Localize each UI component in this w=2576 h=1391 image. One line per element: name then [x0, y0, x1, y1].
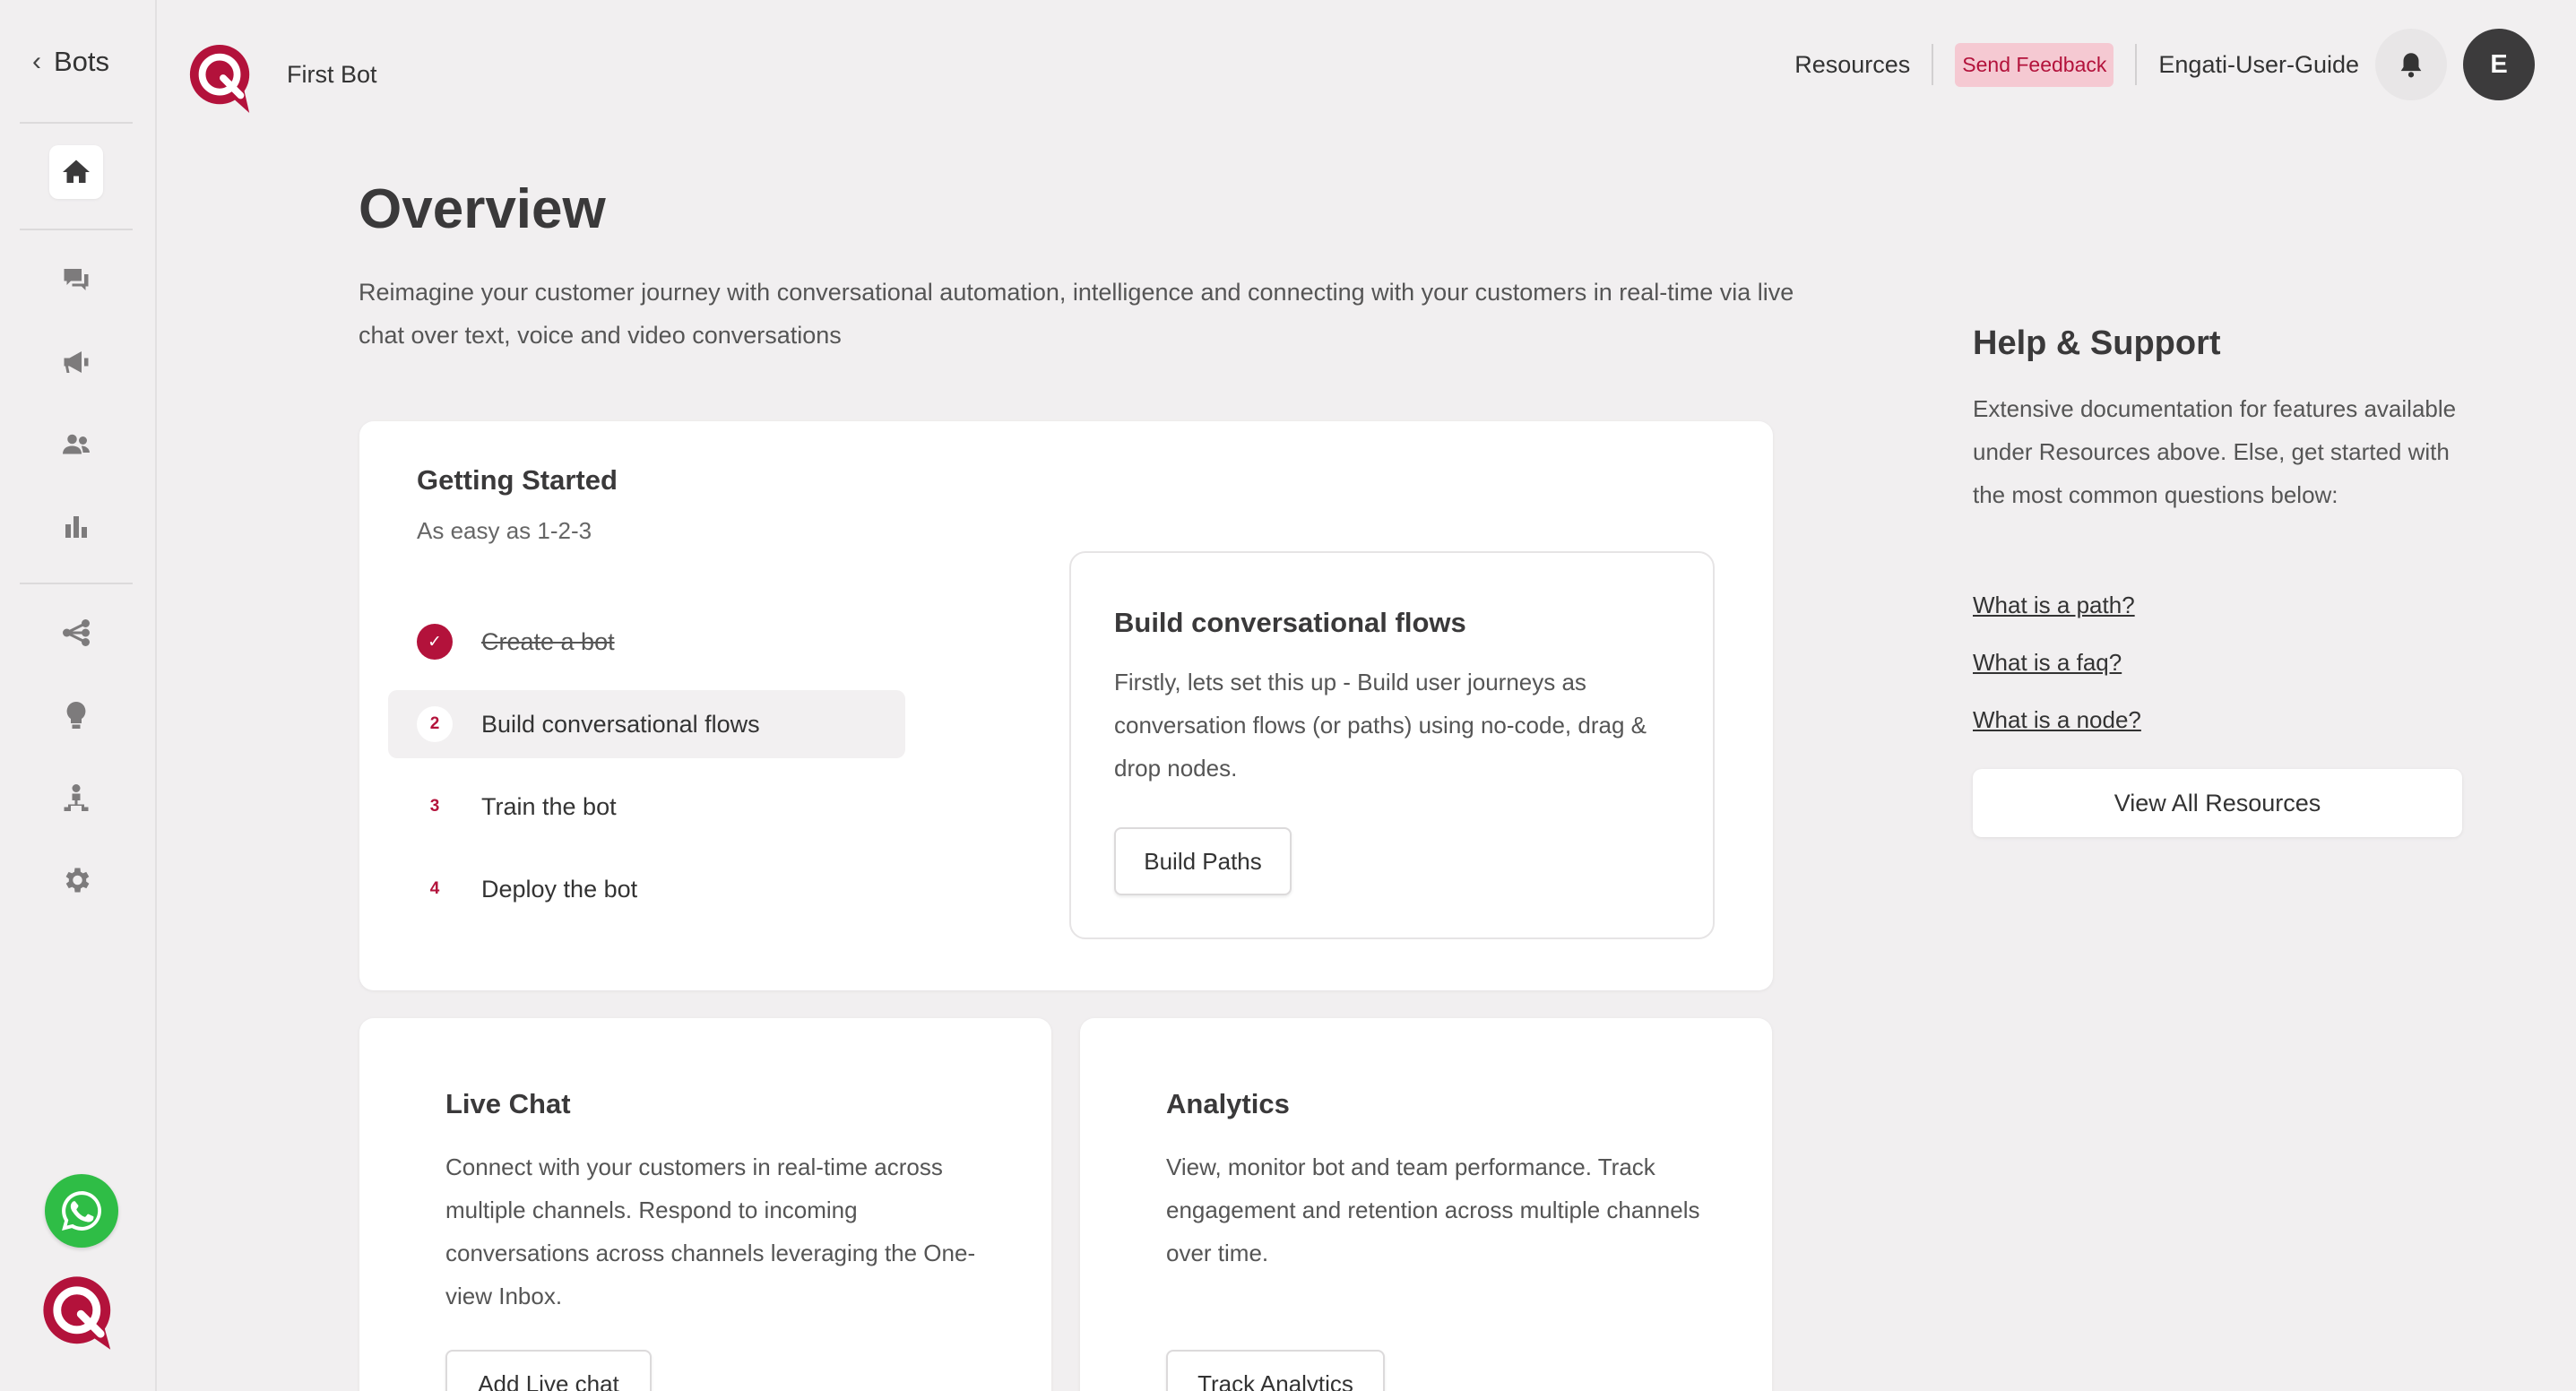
sidebar-item-team[interactable]: [49, 771, 103, 825]
sidebar-item-broadcast[interactable]: [49, 335, 103, 389]
org-chart-icon: [64, 784, 89, 811]
sidebar: ‹ Bots: [0, 0, 157, 1391]
chevron-left-icon: ‹: [32, 47, 41, 76]
chat-icon: [64, 269, 89, 290]
step-label: Train the bot: [481, 792, 617, 820]
step-number: 4: [417, 871, 453, 907]
sidebar-divider: [20, 122, 133, 124]
top-bar-actions: Resources Send Feedback Engati-User-Guid…: [1794, 29, 2535, 100]
engati-logo[interactable]: [39, 1273, 118, 1352]
whatsapp-icon: [62, 1191, 101, 1231]
sidebar-divider: [20, 229, 133, 230]
sidebar-item-users[interactable]: [49, 418, 103, 471]
analytics-title: Analytics: [1166, 1088, 1290, 1119]
user-guide-link[interactable]: Engati-User-Guide: [2158, 51, 2359, 79]
flow-icon: [63, 619, 90, 646]
step-label: Build conversational flows: [481, 710, 760, 738]
send-feedback-button[interactable]: Send Feedback: [1955, 42, 2114, 87]
step-deploy-bot[interactable]: 4 Deploy the bot: [388, 855, 905, 923]
step-train-bot[interactable]: 3 Train the bot: [388, 773, 905, 841]
getting-started-title: Getting Started: [417, 464, 618, 496]
page-description: Reimagine your customer journey with con…: [359, 279, 1794, 349]
sidebar-divider: [20, 583, 133, 584]
build-paths-button[interactable]: Build Paths: [1114, 827, 1292, 895]
analytics-card: Analytics View, monitor bot and team per…: [1080, 1018, 1772, 1391]
sidebar-item-conversations[interactable]: [49, 253, 103, 307]
step-create-bot[interactable]: ✓ Create a bot: [388, 608, 905, 676]
sidebar-item-paths[interactable]: [49, 606, 103, 660]
live-chat-title: Live Chat: [445, 1088, 571, 1119]
divider: [2135, 44, 2138, 85]
bar-chart-icon: [65, 516, 87, 538]
sidebar-item-settings[interactable]: [49, 853, 103, 907]
help-link-path[interactable]: What is a path?: [1973, 592, 2135, 619]
check-icon: ✓: [417, 624, 453, 660]
analytics-description: View, monitor bot and team performance. …: [1166, 1153, 1700, 1266]
notifications-button[interactable]: [2375, 29, 2447, 100]
help-title: Help & Support: [1973, 324, 2221, 362]
help-link-node[interactable]: What is a node?: [1973, 706, 2141, 734]
track-analytics-button[interactable]: Track Analytics: [1166, 1350, 1385, 1391]
megaphone-icon: [64, 351, 89, 373]
step-detail-title: Build conversational flows: [1114, 607, 1466, 638]
bell-icon: [2400, 53, 2422, 78]
whatsapp-button[interactable]: [45, 1174, 118, 1248]
help-link-faq[interactable]: What is a faq?: [1973, 649, 2122, 677]
back-to-bots-link[interactable]: ‹ Bots: [32, 41, 109, 82]
home-icon: [63, 160, 90, 183]
live-chat-description: Connect with your customers in real-time…: [445, 1153, 976, 1309]
step-detail-description: Firstly, lets set this up - Build user j…: [1114, 669, 1647, 782]
divider: [1932, 44, 1934, 85]
engati-logo[interactable]: [186, 41, 256, 115]
sidebar-item-home[interactable]: [49, 145, 103, 199]
step-number: 2: [417, 706, 453, 742]
user-avatar[interactable]: E: [2463, 29, 2535, 100]
step-label: Deploy the bot: [481, 875, 638, 903]
step-label: Create a bot: [481, 627, 615, 655]
sidebar-item-analytics[interactable]: [49, 500, 103, 554]
getting-started-card: Getting Started As easy as 1-2-3 ✓ Creat…: [359, 421, 1773, 990]
back-label: Bots: [54, 46, 110, 77]
getting-started-subtitle: As easy as 1-2-3: [417, 517, 592, 544]
help-description: Extensive documentation for features ava…: [1973, 395, 2457, 508]
sidebar-item-ai[interactable]: [49, 688, 103, 742]
add-live-chat-button[interactable]: Add Live chat: [445, 1350, 652, 1391]
page-title: Overview: [359, 178, 606, 240]
users-icon: [63, 434, 90, 454]
step-build-flows[interactable]: 2 Build conversational flows: [388, 690, 905, 758]
step-detail-card: Build conversational flows Firstly, lets…: [1069, 551, 1715, 939]
step-number: 3: [417, 789, 453, 825]
gear-icon: [65, 868, 90, 893]
live-chat-card: Live Chat Connect with your customers in…: [359, 1018, 1051, 1391]
bulb-icon: [66, 702, 86, 729]
resources-link[interactable]: Resources: [1794, 51, 1910, 79]
bot-name: First Bot: [287, 61, 377, 88]
view-all-resources-button[interactable]: View All Resources: [1973, 769, 2462, 837]
